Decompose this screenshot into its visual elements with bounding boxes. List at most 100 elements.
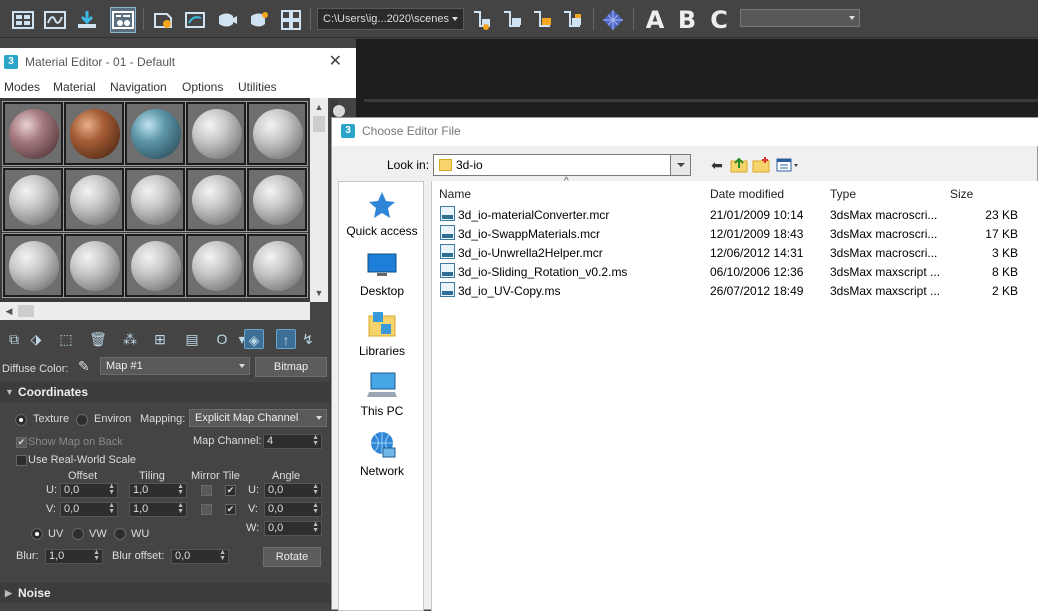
- assign-material-icon[interactable]: ⬚: [56, 329, 76, 349]
- look-in-dropdown[interactable]: 3d-io: [433, 154, 691, 176]
- menu-modes[interactable]: Modes: [4, 76, 40, 98]
- rendered-frame-window-icon[interactable]: [182, 7, 208, 33]
- angle-u-spinner[interactable]: 0,0 ▲ ▼: [264, 483, 322, 498]
- angle-v-spinner[interactable]: 0,0 ▲ ▼: [264, 502, 322, 517]
- go-to-parent-icon[interactable]: ↑: [276, 329, 296, 349]
- offset-u-spinner[interactable]: 0,0 ▲ ▼: [60, 483, 118, 498]
- map-channel-spinner[interactable]: 4 ▲ ▼: [263, 434, 322, 449]
- new-folder-icon[interactable]: [752, 156, 770, 174]
- place-this-pc[interactable]: This PC: [339, 370, 425, 418]
- project-settings-icon[interactable]: [530, 7, 556, 33]
- letter-a-icon[interactable]: A: [643, 6, 667, 34]
- put-library-icon[interactable]: ⊞: [150, 329, 170, 349]
- spinner-arrows-icon[interactable]: ▲ ▼: [108, 502, 115, 515]
- render-setup-icon[interactable]: [150, 7, 176, 33]
- spinner-arrows-icon[interactable]: ▲ ▼: [108, 483, 115, 496]
- menu-utilities[interactable]: Utilities: [238, 76, 277, 98]
- offset-v-spinner[interactable]: 0,0 ▲ ▼: [60, 502, 118, 517]
- sample-slot[interactable]: [2, 233, 64, 298]
- slots-vertical-scrollbar[interactable]: ▲ ▼: [310, 98, 328, 302]
- delete-icon[interactable]: 🗑: [88, 329, 108, 349]
- make-unique-icon[interactable]: ⁂: [120, 329, 140, 349]
- tile-v-checkbox[interactable]: ✔: [225, 504, 236, 515]
- set-project-folder-icon[interactable]: [470, 7, 496, 33]
- layer-explorer-icon[interactable]: [10, 7, 36, 33]
- sample-slot[interactable]: [246, 167, 308, 232]
- tile-u-checkbox[interactable]: ✔: [225, 485, 236, 496]
- file-row[interactable]: 3d_io-SwappMaterials.mcr 12/01/2009 18:4…: [432, 225, 1038, 244]
- spinner-arrows-icon[interactable]: ▲ ▼: [93, 549, 100, 562]
- render-production-icon[interactable]: [214, 7, 240, 33]
- toolbar-dropdown[interactable]: [740, 9, 860, 27]
- blur-offset-spinner[interactable]: 0,0 ▲ ▼: [171, 549, 229, 564]
- real-world-scale-checkbox[interactable]: [16, 455, 27, 466]
- scroll-up-icon[interactable]: ▲: [311, 99, 327, 115]
- place-quick-access[interactable]: Quick access: [339, 190, 425, 238]
- column-date-modified[interactable]: Date modified: [710, 187, 784, 201]
- sample-slot[interactable]: [2, 101, 64, 166]
- menu-options[interactable]: Options: [182, 76, 223, 98]
- go-forward-sibling-icon[interactable]: ↯: [298, 329, 318, 349]
- curve-editor-icon[interactable]: [42, 7, 68, 33]
- spinner-arrows-icon[interactable]: ▲ ▼: [312, 483, 319, 496]
- sample-slot[interactable]: [63, 167, 125, 232]
- scroll-left-icon[interactable]: ◀: [1, 303, 17, 319]
- spinner-arrows-icon[interactable]: ▲ ▼: [177, 483, 184, 496]
- put-to-scene-icon[interactable]: ⬗: [26, 329, 46, 349]
- sample-slot[interactable]: [185, 167, 247, 232]
- coordinates-rollout-header[interactable]: ▼ Coordinates: [0, 382, 330, 402]
- texture-radio[interactable]: [15, 414, 27, 426]
- mirror-v-checkbox[interactable]: [201, 504, 212, 515]
- spinner-arrows-icon[interactable]: ▲ ▼: [312, 434, 319, 447]
- spinner-arrows-icon[interactable]: ▲ ▼: [312, 502, 319, 515]
- sample-slot[interactable]: [63, 233, 125, 298]
- close-icon[interactable]: ✕: [329, 48, 342, 76]
- letter-b-icon[interactable]: B: [675, 6, 699, 34]
- angle-w-spinner[interactable]: 0,0 ▲ ▼: [264, 521, 322, 536]
- mapping-dropdown[interactable]: Explicit Map Channel: [189, 409, 327, 427]
- environ-radio[interactable]: [76, 414, 88, 426]
- spinner-arrows-icon[interactable]: ▲ ▼: [177, 502, 184, 515]
- project-open-icon[interactable]: [560, 7, 586, 33]
- column-size[interactable]: Size: [950, 187, 973, 201]
- menu-navigation[interactable]: Navigation: [110, 76, 167, 98]
- sample-slot[interactable]: [63, 101, 125, 166]
- map-name-field[interactable]: Map #1: [100, 357, 250, 375]
- spinner-arrows-icon[interactable]: ▲ ▼: [312, 521, 319, 534]
- rotate-button[interactable]: Rotate: [263, 547, 321, 567]
- project-folder-icon[interactable]: [500, 7, 526, 33]
- view-menu-icon[interactable]: [776, 156, 802, 174]
- scrollbar-thumb[interactable]: [313, 116, 325, 132]
- sample-slot[interactable]: [124, 233, 186, 298]
- get-material-icon[interactable]: ⧉: [4, 329, 24, 349]
- sample-slot[interactable]: [185, 233, 247, 298]
- column-name[interactable]: Name: [439, 187, 471, 201]
- material-editor-icon[interactable]: [110, 7, 136, 33]
- chevron-down-icon[interactable]: [670, 155, 690, 175]
- tiling-u-spinner[interactable]: 1,0 ▲ ▼: [129, 483, 187, 498]
- slots-horizontal-scrollbar[interactable]: ◀: [0, 302, 310, 320]
- back-arrow-icon[interactable]: ⬅: [708, 156, 726, 174]
- tiling-v-spinner[interactable]: 1,0 ▲ ▼: [129, 502, 187, 517]
- place-desktop[interactable]: Desktop: [339, 250, 425, 298]
- blur-spinner[interactable]: 1,0 ▲ ▼: [45, 549, 103, 564]
- show-map-icon[interactable]: O: [212, 329, 232, 349]
- menu-material[interactable]: Material: [53, 76, 96, 98]
- place-libraries[interactable]: Libraries: [339, 310, 425, 358]
- render-region-icon[interactable]: [278, 7, 304, 33]
- up-folder-icon[interactable]: [730, 156, 748, 174]
- show-shaded-icon[interactable]: ◈: [244, 329, 264, 349]
- sample-slot[interactable]: [246, 233, 308, 298]
- scroll-down-icon[interactable]: ▼: [311, 285, 327, 301]
- sample-slot[interactable]: [2, 167, 64, 232]
- column-type[interactable]: Type: [830, 187, 856, 201]
- mirror-u-checkbox[interactable]: [201, 485, 212, 496]
- render-iterative-icon[interactable]: [246, 7, 272, 33]
- sample-slot[interactable]: [124, 167, 186, 232]
- dope-sheet-icon[interactable]: [74, 7, 100, 33]
- wu-radio[interactable]: [114, 528, 126, 540]
- project-path-dropdown[interactable]: C:\Users\ig...2020\scenes: [317, 8, 464, 30]
- show-map-on-back-checkbox[interactable]: ✔: [16, 437, 27, 448]
- eyedropper-icon[interactable]: ✎: [78, 358, 90, 375]
- grid-diamond-icon[interactable]: [600, 7, 626, 33]
